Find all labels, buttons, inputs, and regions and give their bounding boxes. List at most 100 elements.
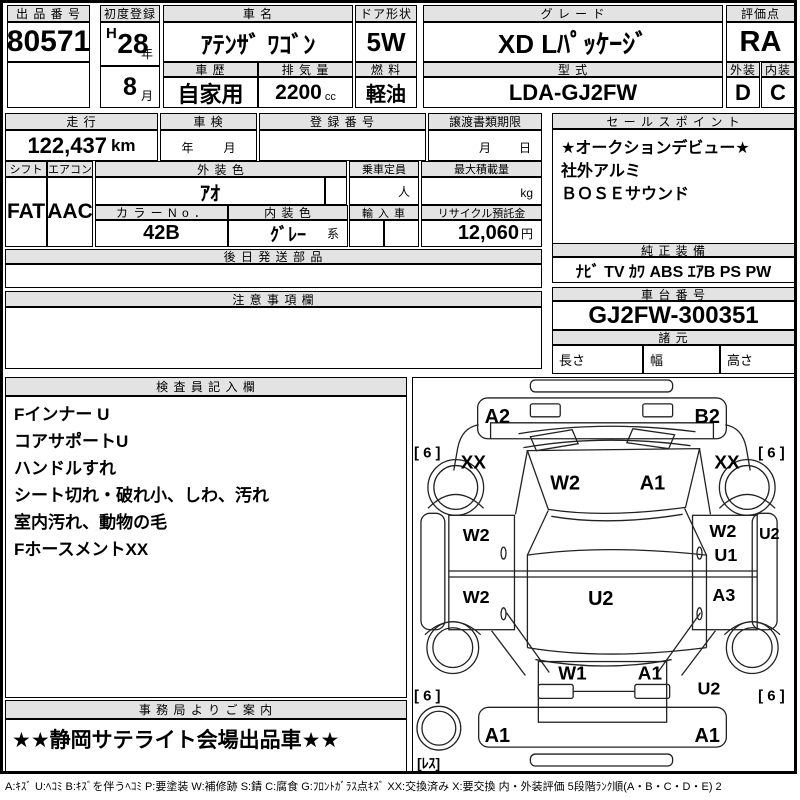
int-color-name: ｸﾞﾚｰ [270,224,306,245]
mark-tailgate-left: W1 [558,663,586,684]
rear-window-curve [527,646,707,655]
equipment-header: 純 正 装 備 [552,243,795,257]
c-pillar-right-2 [681,630,716,676]
auction-sheet: 出 品 番 号 80571 初度登録 H 28 年 8 月 車 名 ｱﾃﾝｻﾞ … [0,0,800,800]
displacement-value: 2200 cc [258,77,353,108]
exterior-grade-value: D [726,77,760,108]
recycle-unit: 円 [520,227,533,241]
displacement-unit: cc [324,91,336,103]
year-unit: 年 [140,47,153,61]
int-color-label: 内 装 色 [264,206,312,220]
mark-tailgate-right: A1 [638,663,662,684]
later-parts-box [5,264,542,288]
mileage-label: 走 行 [66,115,97,129]
legend-line: A:ｷｽﾞ U:ﾍｺﾐ B:ｷｽﾞを伴うﾍｺﾐ P:要塗装 W:補修跡 S:錆 … [5,781,722,793]
first-reg-label: 初度登録 [103,7,156,21]
history-label: 車 歴 [195,63,226,77]
chassis-no-header: 車 台 番 号 [552,287,795,301]
sill-left [420,512,446,631]
mark-door-front-right: W2 [709,521,736,541]
specs-header: 諸 元 [552,330,795,345]
history-value: 自家用 [163,77,258,108]
recycle-header: リサイクル預託金 [421,205,542,220]
spec-height-label: 高さ [727,353,754,368]
caution-label: 注 意 事 項 欄 [232,292,315,307]
inspection-month-unit: 月 [223,141,236,155]
later-parts-header: 後 日 発 送 部 品 [5,249,542,264]
windshield-bottom-curve [523,439,691,449]
import-header: 輸 入 車 [349,205,419,220]
color-no-value: 42B [95,220,228,247]
front-bumper-inner [489,422,715,439]
rear-bumper-shape [478,706,728,748]
ext-color-empty-cell [325,177,347,205]
c-pillar-right-1 [657,612,702,673]
shift-value: FAT [5,177,47,247]
fuel-value: 軽油 [355,77,417,108]
auction-no-value: 80571 [7,22,90,62]
inspector-header: 検 査 員 記 入 欄 [5,377,407,396]
roof-front-curve [527,548,707,556]
equipment-value: ﾅﾋﾞ TV ｶﾜ ABS ｴｱB PS PW [552,257,795,283]
damage-labels: A2 B2 XX XX [ 6 ] [ 6 ] W2 A1 W2 W2 W2 U… [414,406,785,771]
inspector-line: シート切れ・破れ小、しわ、汚れ [14,486,269,505]
a-pillar-left [514,450,529,515]
mark-tire-rear-right: [ 6 ] [758,687,785,704]
wiper-left [529,429,580,452]
mark-rear-bumper-left: A1 [485,725,510,747]
interior-grade-label: 内装 [764,63,791,77]
car-name-value: ｱﾃﾝｻﾞ ﾜｺﾞﾝ [163,22,353,62]
specs-label: 諸 元 [658,331,689,345]
shift-header: シフト [5,161,47,177]
aircon-label: エアコン [48,164,92,176]
era-letter: H [106,25,117,42]
history-header: 車 歴 [163,62,258,77]
caution-header: 注 意 事 項 欄 [5,291,542,307]
door-shape-label: ドア形状 [359,7,412,21]
inspection-value: 年 月 [160,130,257,161]
mark-tire-rear-left: [ 6 ] [414,687,441,704]
spec-length-label: 長さ [559,353,586,368]
tail-light-right [634,683,671,699]
mark-front-bumper-left: A2 [485,406,510,428]
recycle-amount: 12,060 [457,222,519,244]
fuel-label: 燃 料 [370,63,402,77]
int-color-header: 内 装 色 [228,205,348,220]
front-grille-right [642,403,674,418]
recycle-label: リサイクル預託金 [437,207,526,220]
score-header: 評価点 [726,5,795,22]
mark-tire-front-left: [ 6 ] [414,445,441,462]
car-outline [416,379,781,767]
exterior-grade-label: 外装 [729,63,756,77]
max-load-header: 最大積載量 [421,161,542,177]
mark-rear-bumper-right: A1 [695,725,720,747]
mark-fender-right: XX [714,453,740,474]
door-handle-front-left [500,546,507,560]
office-notice-box: ★★静岡サテライト会場出品車★★ [5,719,407,772]
mark-spare-tire: [ﾚｽ] [417,755,440,771]
tail-light-left [537,683,574,699]
auction-no-header: 出 品 番 号 [7,5,90,22]
deadline-value: 月 日 [428,130,542,161]
inspector-line: 室内汚れ、動物の毛 [14,513,168,532]
shift-label: シフト [9,164,43,176]
chassis-no-label: 車 台 番 号 [640,287,706,301]
caution-box [5,307,542,369]
front-bumper-shape [477,397,728,440]
grade-label: グ レ ー ド [540,7,606,21]
c-pillar-left-2 [491,630,526,676]
car-name-header: 車 名 [163,5,353,22]
inspector-line: コアサポートU [14,432,129,451]
door-handle-rear-left [500,607,507,621]
mark-hood-left: W2 [550,472,580,494]
capacity-value: 人 [349,177,419,205]
import-cell-1 [349,220,384,247]
office-notice-label: 事 務 局 よ り ご 案 内 [138,703,274,717]
aircon-value: AAC [47,177,93,247]
inspector-line: ハンドルすれ [14,459,116,478]
reg-number-label: 登 録 番 号 [309,115,375,129]
sales-point-box: ★オークションデビュー★ 社外アルミ ＢＯＳＥサウンド [552,129,795,247]
model-code-header: 型 式 [423,62,723,77]
recycle-value: 12,060 円 [421,220,542,247]
mark-door-rear-left: W2 [463,587,490,607]
